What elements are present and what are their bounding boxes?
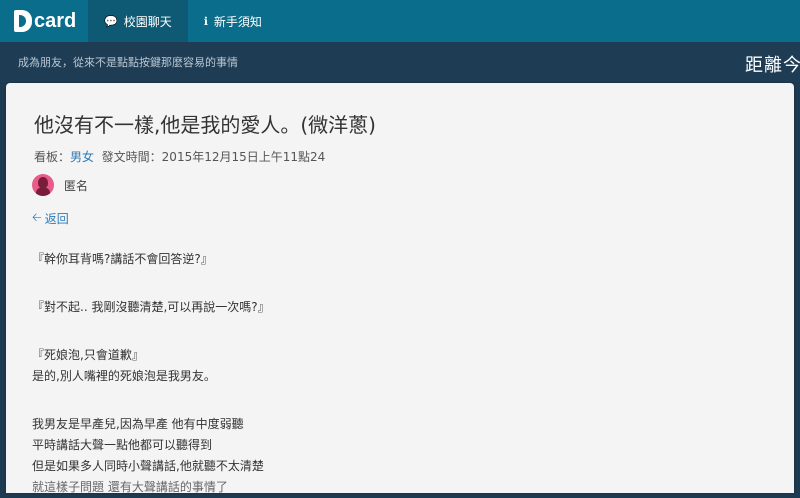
board-slogan: 成為朋友，從來不是點點按鍵那麼容易的事情 bbox=[18, 56, 238, 69]
back-label: 返回 bbox=[44, 212, 69, 226]
tab-campus-chat-label: 校園聊天 bbox=[123, 14, 172, 29]
body-line: 但是如果多人同時小聲講話,他就聽不太清楚 bbox=[32, 459, 264, 473]
info-icon: ℹ bbox=[203, 14, 208, 28]
body-line: 就這樣子問題 還有大聲講話的事情了 bbox=[32, 480, 228, 494]
arrow-left-icon: 🡠 bbox=[32, 210, 42, 224]
post-title: 他沒有不一樣,他是我的愛人。(微洋蔥) bbox=[34, 113, 376, 137]
board-label: 看板： bbox=[34, 150, 71, 164]
post-body: 『幹你耳背嗎?講話不會回答逆?』 『對不起.. 我剛沒聽清楚,可以再說一次嗎?』… bbox=[32, 249, 752, 498]
tab-newbie-guide-label: 新手須知 bbox=[213, 14, 262, 29]
body-line: 『幹你耳背嗎?講話不會回答逆?』 bbox=[32, 252, 213, 266]
back-link[interactable]: 🡠 返回 bbox=[32, 208, 69, 229]
board-link[interactable]: 男女 bbox=[70, 150, 94, 164]
top-navigation-bar: card 💬 校園聊天 ℹ 新手須知 bbox=[0, 0, 800, 42]
post-meta: 看板：男女 發文時間：2015年12月15日上午11點24 bbox=[34, 148, 325, 165]
chat-bubbles-icon: 💬 bbox=[104, 14, 118, 28]
body-line: 『對不起.. 我剛沒聽清楚,可以再說一次嗎?』 bbox=[32, 300, 270, 314]
body-line: 我男友是早產兒,因為早產 他有中度弱聽 bbox=[32, 417, 244, 431]
dcard-d-logo-icon bbox=[14, 10, 32, 32]
logo-text: card bbox=[34, 9, 77, 32]
countdown-text: 距離今 bbox=[745, 55, 800, 76]
tab-campus-chat[interactable]: 💬 校園聊天 bbox=[88, 0, 188, 42]
post-card: 他沒有不一樣,他是我的愛人。(微洋蔥) 看板：男女 發文時間：2015年12月1… bbox=[6, 83, 794, 494]
female-avatar-icon bbox=[32, 174, 54, 196]
post-time: 發文時間：2015年12月15日上午11點24 bbox=[101, 150, 326, 164]
dcard-logo[interactable]: card bbox=[0, 0, 88, 42]
author-info: 匿名 bbox=[32, 174, 88, 196]
tab-newbie-guide[interactable]: ℹ 新手須知 bbox=[188, 0, 278, 42]
body-line: 平時講話大聲一點他都可以聽得到 bbox=[32, 438, 213, 452]
sub-header: 成為朋友，從來不是點點按鍵那麼容易的事情 距離今 bbox=[0, 42, 800, 82]
body-line: 『死娘泡,只會道歉』 bbox=[32, 348, 144, 362]
body-line: 是的,別人嘴裡的死娘泡是我男友。 bbox=[32, 369, 216, 383]
author-name: 匿名 bbox=[64, 178, 89, 193]
